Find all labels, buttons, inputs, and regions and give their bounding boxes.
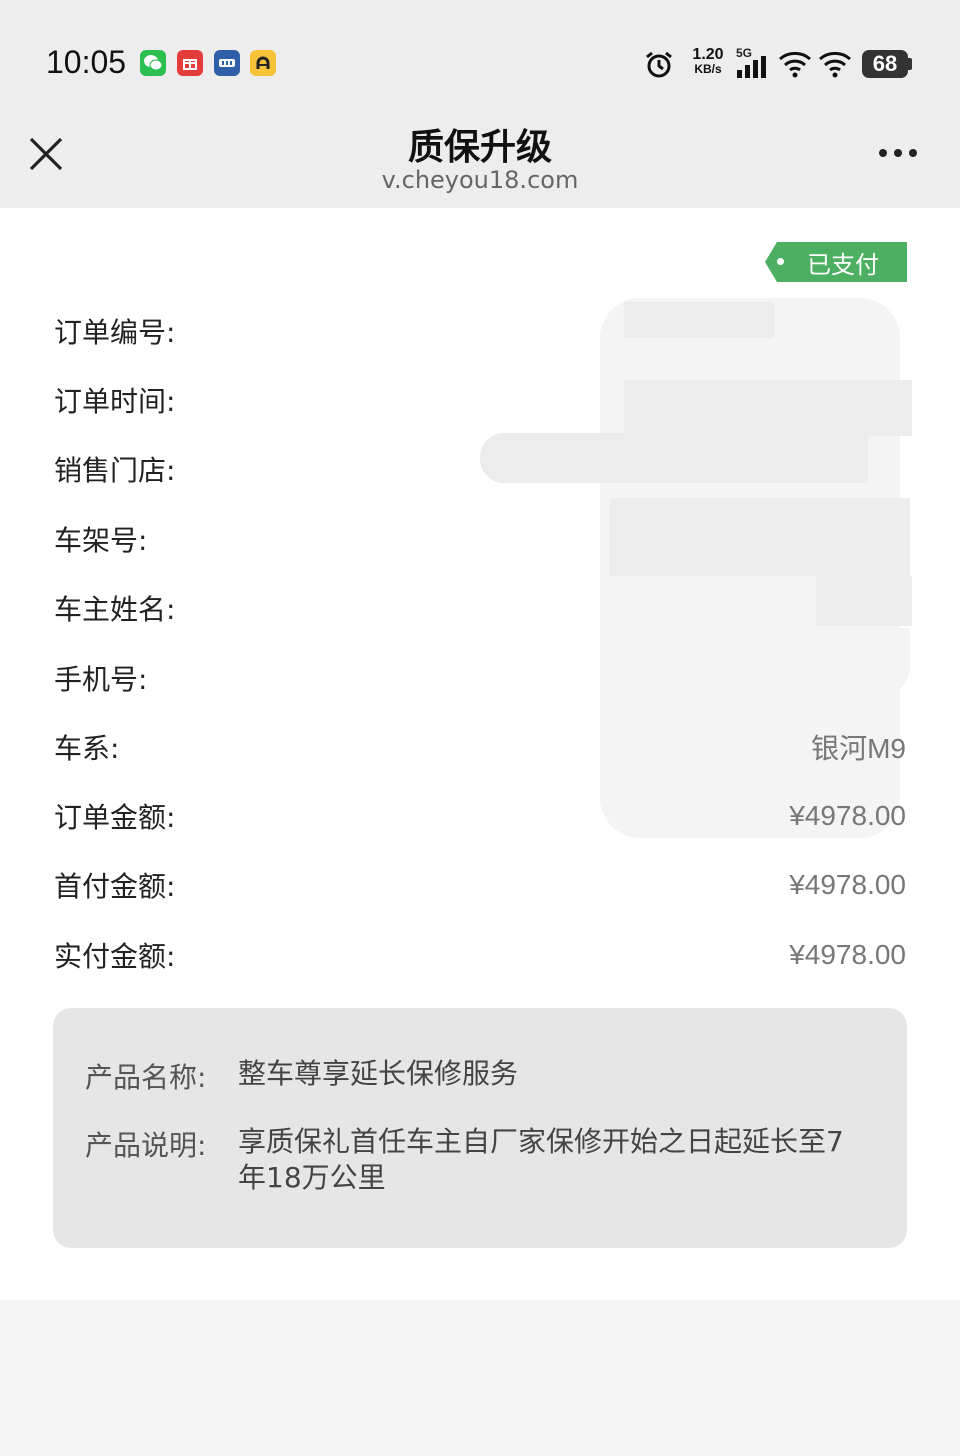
order-number-row: 订单编号:: [54, 316, 176, 349]
order-detail-card: 已支付 订单编号: 订单时间: 销售门店: 车架号: 车主姓名: 手机号: 车系…: [0, 208, 960, 1300]
signal-icon: 5G: [736, 46, 772, 80]
car-app-icon: [250, 50, 276, 76]
page-url: v.cheyou18.com: [381, 166, 579, 194]
battery-level: 68: [862, 50, 908, 78]
product-name-row: 产品名称: 整车尊享延长保修服务: [85, 1057, 519, 1094]
wifi-icon: [779, 52, 811, 78]
wifi-icon: [819, 52, 851, 78]
sales-store-row: 销售门店:: [54, 454, 176, 487]
more-icon[interactable]: [876, 146, 920, 160]
net-speed: 1.20 KB/s: [692, 46, 724, 77]
gift-app-icon: [177, 50, 203, 76]
order-time-row: 订单时间:: [54, 385, 176, 418]
nav-bar: 质保升级 v.cheyou18.com: [0, 110, 960, 208]
card-app-icon: [214, 50, 240, 76]
system-icons: 1.20 KB/s 5G 68: [644, 46, 914, 82]
wechat-icon: [140, 50, 166, 76]
order-amount-row: 订单金额: ¥4978.00: [54, 800, 906, 834]
down-payment-row: 首付金额: ¥4978.00: [54, 869, 906, 903]
vin-row: 车架号:: [54, 524, 148, 557]
status-time: 10:05: [46, 44, 127, 80]
car-series-row: 车系: 银河M9: [54, 732, 906, 765]
phone-row: 手机号:: [54, 663, 148, 696]
status-badge: 已支付: [765, 242, 907, 282]
owner-name-row: 车主姓名:: [54, 593, 176, 626]
battery-indicator: 68: [862, 50, 912, 78]
product-desc-row: 产品说明: 享质保礼首任车主自厂家保修开始之日起延长至7年18万公里: [85, 1125, 844, 1194]
status-bar: 10:05 1.20 KB/s 5G 68: [0, 0, 960, 110]
actual-payment-row: 实付金额: ¥4978.00: [54, 939, 906, 973]
alarm-icon: [646, 51, 672, 78]
product-info-box: 产品名称: 整车尊享延长保修服务 产品说明: 享质保礼首任车主自厂家保修开始之日…: [53, 1008, 907, 1248]
page-title: 质保升级: [407, 127, 552, 168]
